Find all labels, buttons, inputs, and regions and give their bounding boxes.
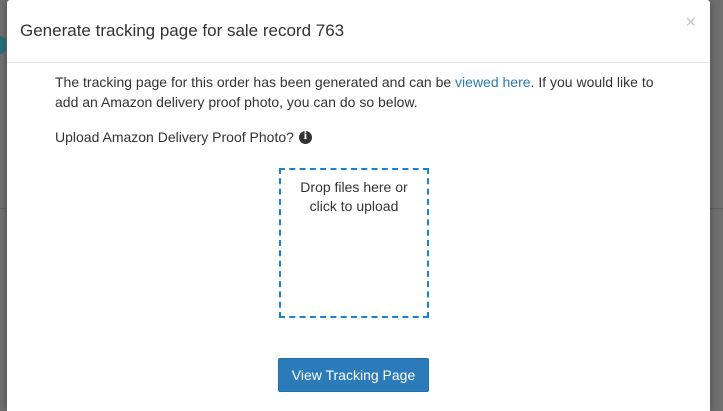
modal-title: Generate tracking page for sale record 7… — [20, 21, 345, 40]
background-logo-fragment — [0, 36, 6, 54]
background-divider — [710, 208, 723, 209]
dropzone-text: Drop files here or click to upload — [300, 179, 408, 214]
modal-header: Generate tracking page for sale record 7… — [7, 0, 710, 63]
upload-label: Upload Amazon Delivery Proof Photo? i — [55, 129, 312, 145]
close-icon[interactable]: × — [685, 13, 696, 31]
intro-text-start: The tracking page for this order has bee… — [55, 74, 456, 90]
intro-text: The tracking page for this order has bee… — [55, 72, 665, 112]
upload-label-text: Upload Amazon Delivery Proof Photo? — [55, 129, 294, 145]
photo-dropzone[interactable]: Drop files here or click to upload — [279, 168, 429, 318]
background-divider — [0, 208, 7, 209]
tracking-page-modal: Generate tracking page for sale record 7… — [7, 0, 710, 411]
viewed-here-link[interactable]: viewed here — [455, 74, 531, 90]
info-circle-icon[interactable]: i — [298, 130, 312, 144]
view-tracking-page-button[interactable]: View Tracking Page — [278, 358, 429, 392]
modal-body: The tracking page for this order has bee… — [55, 72, 665, 112]
